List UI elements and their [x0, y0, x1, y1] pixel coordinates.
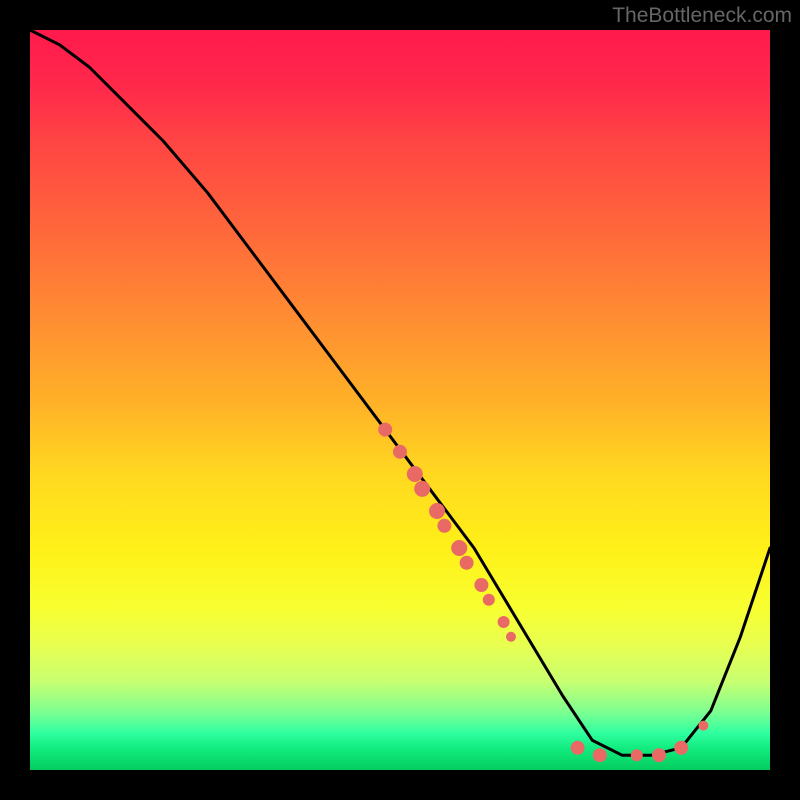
data-point	[474, 578, 488, 592]
data-point	[393, 445, 407, 459]
watermark-text: TheBottleneck.com	[612, 4, 792, 28]
data-point	[451, 540, 467, 556]
data-point	[407, 466, 423, 482]
chart-svg	[30, 30, 770, 770]
data-point	[593, 748, 607, 762]
plot-area	[30, 30, 770, 770]
data-point	[483, 594, 495, 606]
bottleneck-curve	[30, 30, 770, 755]
data-point	[631, 749, 643, 761]
data-point	[506, 632, 516, 642]
curve-line-group	[30, 30, 770, 755]
plot-border-left	[0, 0, 30, 800]
data-point	[571, 741, 585, 755]
marker-points-group	[378, 423, 708, 763]
plot-border-right	[770, 0, 800, 800]
data-point	[674, 741, 688, 755]
data-point	[698, 721, 708, 731]
data-point	[429, 503, 445, 519]
data-point	[437, 519, 451, 533]
data-point	[414, 481, 430, 497]
data-point	[652, 748, 666, 762]
plot-border-bottom	[0, 770, 800, 800]
data-point	[498, 616, 510, 628]
data-point	[378, 423, 392, 437]
data-point	[460, 556, 474, 570]
